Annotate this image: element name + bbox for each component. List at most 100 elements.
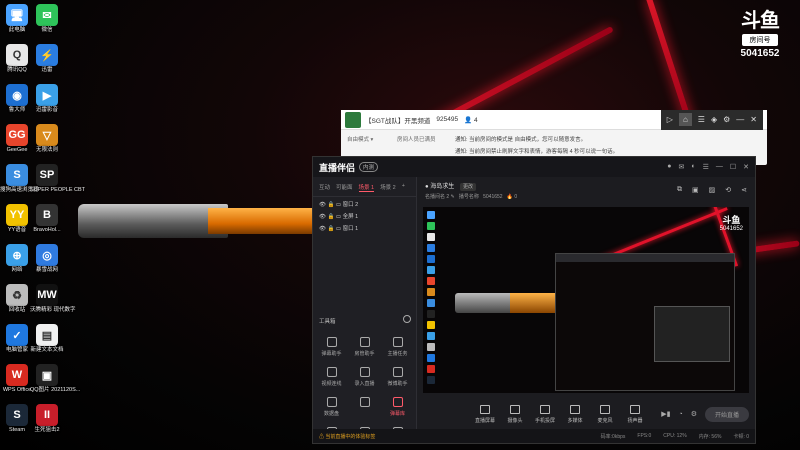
tool-item[interactable]: 数据盘 (315, 397, 348, 417)
minimize-icon[interactable]: — (716, 163, 723, 171)
tool-icon (326, 367, 337, 377)
app-icon: GG (6, 124, 28, 146)
room-number: 5041652 (740, 48, 780, 59)
tool-item[interactable]: 录入直播 (348, 367, 381, 387)
maximize-icon[interactable]: ☐ (730, 163, 736, 171)
source-button[interactable]: 手机投屏 (531, 404, 559, 424)
list-icon[interactable]: ☰ (698, 115, 705, 124)
desktop-icon[interactable]: ✓ 电脑管家 (0, 324, 34, 354)
start-live-button[interactable]: 开始直播 (704, 406, 749, 422)
preview-mini-icon (427, 266, 435, 274)
play-icon[interactable]: ▷ (667, 115, 673, 124)
source-label: 麦克风 (597, 417, 613, 424)
desktop-icon[interactable]: ▤ 新建文本文档 (30, 324, 64, 354)
share-icon[interactable]: ⋖ (741, 186, 747, 194)
app-icon: ▤ (36, 324, 58, 346)
source-item[interactable]: 👁 🔒 ▭ 全屏 1 (319, 211, 410, 223)
desktop-icon[interactable]: ▣ QQ图片 2021120S... (30, 364, 80, 394)
tool-item[interactable]: 微博助手 (381, 367, 414, 387)
camera-icon[interactable]: ▶▮ (661, 410, 670, 418)
dashboard-icon[interactable]: ◔ (678, 411, 682, 418)
desktop-icon[interactable]: II 生死狙击2 (30, 404, 64, 434)
tool-item[interactable]: 主播任务 (381, 337, 414, 357)
desktop-icon[interactable]: ⊕ 网络 (0, 244, 34, 274)
record-icon[interactable]: ▣ (692, 186, 699, 194)
add-scene-icon[interactable]: + (402, 183, 405, 192)
source-button[interactable]: 直播屏幕 (471, 404, 499, 424)
live-companion-window[interactable]: 直播伴侣 内测 ● ✉ ◐ ☰ — ☐ ✕ 互动 可能面 场景 1 场景 2 +… (312, 156, 756, 444)
mail-icon[interactable]: ✉ (678, 163, 684, 171)
menu-icon[interactable]: ☰ (703, 163, 709, 171)
desktop-icon[interactable]: W WPS Office (0, 364, 34, 394)
skin-icon[interactable]: ◐ (691, 163, 695, 171)
desktop-icon[interactable]: YY YY语音 (0, 204, 34, 234)
desktop-icon-label: 沃腾精彩 现代数字 (30, 307, 76, 313)
desktop-icon[interactable]: ◎ 暴雪战网 (30, 244, 64, 274)
tool-item[interactable]: 视频连线 (315, 367, 348, 387)
stream-preview[interactable]: 斗鱼 5041652 (423, 207, 749, 393)
tool-item[interactable]: 房管助手 (348, 337, 381, 357)
tool-icon (359, 397, 370, 407)
preview-mini-icon (427, 233, 435, 241)
app-icon: S (6, 404, 28, 426)
source-button[interactable]: 麦克风 (591, 404, 619, 424)
source-item[interactable]: 👁 🔒 ▭ 窗口 1 (319, 223, 410, 235)
toolbox-settings-icon[interactable] (403, 315, 411, 323)
preview-desktop-icons (427, 211, 441, 387)
tool-item[interactable]: 弹幕助手 (315, 337, 348, 357)
desktop-icon[interactable]: GG GeeGee (0, 124, 34, 154)
tool-item[interactable]: 弹幕库 (381, 397, 414, 417)
edit-title-button[interactable]: 更改 (459, 183, 476, 191)
close-icon[interactable]: ✕ (743, 163, 749, 171)
desktop-icon-label: 此电脑 (8, 27, 26, 33)
desktop-icon[interactable]: B BravoHol... (30, 204, 64, 234)
live-companion-titlebar[interactable]: 直播伴侣 内测 ● ✉ ◐ ☰ — ☐ ✕ (313, 157, 755, 177)
voice-channel-titlebar[interactable]: 【SGT战队】开黑频道 925495 👤 4 ▷ ⌂ ☰ ◈ ⚙ — ✕ (341, 109, 767, 130)
desktop-icon[interactable]: S 搜狗高速浏览器 (0, 164, 39, 194)
desktop-icon[interactable]: SP SUPER PEOPLE CBT (30, 164, 85, 194)
desktop-icon-label: 腾讯QQ (7, 67, 27, 73)
desktop-icon[interactable]: ✉ 微信 (30, 4, 64, 34)
copy-icon[interactable]: ⧉ (677, 186, 682, 194)
close-icon[interactable]: ✕ (750, 115, 757, 124)
desktop-icon[interactable]: 🖥 此电脑 (0, 4, 34, 34)
desktop-icon[interactable]: Q 腾讯QQ (0, 44, 34, 74)
minimize-icon[interactable]: — (736, 115, 744, 124)
tool-item[interactable] (348, 397, 381, 417)
tool-label: 微博助手 (387, 381, 408, 387)
stream-title[interactable]: ● 海岛求生 (425, 184, 454, 190)
avatar-icon[interactable]: ● (667, 163, 671, 171)
desktop-icon[interactable]: ▽ 无限法则 (30, 124, 64, 154)
heat-count: 0 (514, 194, 518, 200)
scene-tabs: 互动 可能面 场景 1 场景 2 + (313, 177, 416, 197)
source-button[interactable]: 摄像头 (501, 404, 529, 424)
gear-icon[interactable]: ⚙ (691, 410, 697, 418)
desktop-icon[interactable]: S Steam (0, 404, 34, 434)
app-icon: S (6, 164, 28, 186)
tab-scene-2[interactable]: 场景 2 (380, 183, 396, 192)
scene-panel: 互动 可能面 场景 1 场景 2 + 👁 🔒 ▭ 窗口 2 👁 🔒 ▭ 全屏 1… (313, 177, 417, 437)
settings-icon[interactable]: ⚙ (723, 115, 730, 124)
desktop-icon[interactable]: MW 沃腾精彩 现代数字 (30, 284, 76, 314)
channel-id: 925495 (436, 116, 459, 123)
toolbox-header: 工具箱 (319, 315, 411, 325)
desktop-icon[interactable]: ▶ 迅雷影音 (30, 84, 64, 114)
source-item[interactable]: 👁 🔒 ▭ 窗口 2 (319, 199, 410, 211)
tab-interact[interactable]: 互动 (319, 183, 330, 192)
source-button[interactable]: 多媒体 (561, 404, 589, 424)
desktop-icon[interactable]: ♻ 回收站 (0, 284, 34, 314)
source-button[interactable]: 扬声器 (621, 404, 649, 424)
desktop-icon[interactable]: ◉ 鲁大师 (0, 84, 34, 114)
home-icon[interactable]: ⌂ (678, 113, 692, 126)
tab-scene-1[interactable]: 场景 1 (358, 183, 375, 192)
image-icon[interactable]: ▨ (709, 186, 716, 194)
desktop-icon-label: 电脑管家 (5, 347, 28, 353)
tool-label: 数据盘 (323, 411, 339, 417)
clip-icon[interactable]: ⟲ (725, 186, 731, 194)
app-icon: ✓ (6, 324, 28, 346)
tab-possible[interactable]: 可能面 (336, 183, 353, 192)
gamepad-icon[interactable]: ◈ (711, 115, 717, 124)
desktop-icon[interactable]: ⚡ 迅雷 (30, 44, 64, 74)
desktop-icon-label: 回收站 (8, 307, 26, 313)
tool-label: 房管助手 (354, 351, 375, 357)
